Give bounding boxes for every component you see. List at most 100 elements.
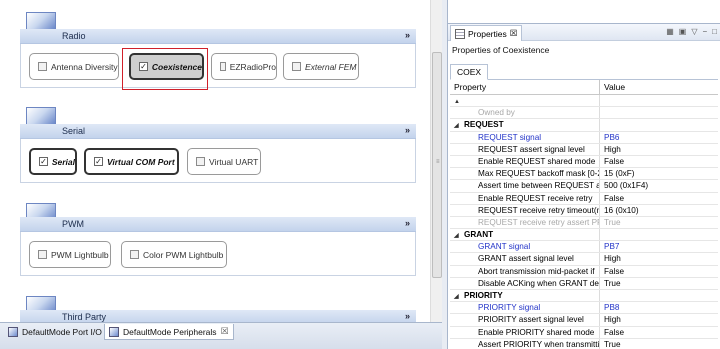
property-value[interactable]: True <box>600 278 718 289</box>
properties-tabbar: COEX <box>450 62 718 80</box>
property-row[interactable]: Abort transmission mid-packet if False <box>450 265 718 278</box>
editor-icon <box>109 326 119 337</box>
property-name: Enable REQUEST receive retry <box>450 192 600 204</box>
property-row[interactable]: PRIORITY assert signal level High <box>450 314 718 327</box>
checkbox[interactable] <box>292 62 301 71</box>
tab-coex[interactable]: COEX <box>450 64 488 80</box>
grid-rows: ▲ Owned by ◢ REQUEST REQUEST signal PB6 REQUES… <box>450 95 718 349</box>
close-icon[interactable]: ☒ <box>510 28 518 39</box>
property-row[interactable]: Enable PRIORITY shared mode False <box>450 326 718 339</box>
property-value[interactable]: 16 (0x10) <box>600 205 718 216</box>
expand-icon[interactable]: ◢ <box>454 291 464 301</box>
expand-icon[interactable]: ▲ <box>454 96 464 106</box>
property-value[interactable]: 15 (0xF) <box>600 168 718 179</box>
section-serial: Serial » ✓ Serial ✓ Virtual COM Port Vir… <box>20 107 416 189</box>
scrollbar-thumb[interactable]: ≡ <box>432 52 442 278</box>
maximize-icon[interactable]: □ <box>712 27 717 36</box>
expand-icon[interactable]: ◢ <box>454 120 464 130</box>
pin-icon[interactable]: ▦ <box>666 27 674 36</box>
property-row[interactable]: REQUEST assert signal level High <box>450 143 718 156</box>
new-view-icon[interactable]: ▣ <box>679 27 687 36</box>
property-row[interactable]: Disable ACKing when GRANT deassertedTrue <box>450 277 718 290</box>
chip-external-fem[interactable]: External FEM <box>283 53 359 80</box>
property-value[interactable]: High <box>600 314 718 325</box>
collapse-icon[interactable]: » <box>405 311 410 321</box>
property-row[interactable]: Max REQUEST backoff mask [0-255] 15 (0xF) <box>450 168 718 181</box>
tab-label: DefaultMode Peripherals <box>123 326 217 337</box>
tab-properties[interactable]: Properties ☒ <box>450 25 523 41</box>
section-title: Radio <box>62 31 86 41</box>
chip-pwm-lightbulb[interactable]: PWM Lightbulb <box>29 241 111 268</box>
property-row[interactable]: GRANT assert signal level High <box>450 253 718 266</box>
collapse-icon[interactable]: » <box>405 218 410 228</box>
category-row[interactable]: ◢ GRANT <box>450 229 718 242</box>
property-value[interactable]: PB7 <box>600 241 718 252</box>
section-title: Third Party <box>62 312 107 322</box>
property-value[interactable]: PB8 <box>600 302 718 313</box>
property-name: GRANT signal <box>450 241 600 253</box>
property-value[interactable]: False <box>600 327 718 338</box>
chip-ezradiopro[interactable]: EZRadioPro <box>211 53 277 80</box>
tab-peripherals[interactable]: DefaultMode Peripherals ☒ <box>104 324 234 340</box>
checkbox[interactable] <box>196 157 205 166</box>
property-name: Disable ACKing when GRANT deasserted <box>450 277 600 289</box>
property-value[interactable]: PB6 <box>600 132 718 143</box>
checkbox[interactable] <box>220 62 226 71</box>
view-menu-icon[interactable]: ▽ <box>691 27 697 36</box>
property-name: REQUEST receive retry timeout(ms) <box>450 204 600 216</box>
checkbox[interactable]: ✓ <box>94 157 103 166</box>
property-value[interactable]: False <box>600 266 718 277</box>
property-value[interactable]: False <box>600 156 718 167</box>
close-icon[interactable]: ☒ <box>221 326 229 337</box>
property-row[interactable]: PRIORITY signal PB8 <box>450 302 718 315</box>
checkbox[interactable] <box>130 250 139 259</box>
chip-color-pwm-lightbulb[interactable]: Color PWM Lightbulb <box>121 241 227 268</box>
property-value[interactable]: 500 (0x1F4) <box>600 180 718 191</box>
property-row[interactable]: REQUEST signal PB6 <box>450 131 718 144</box>
property-value[interactable]: High <box>600 253 718 264</box>
minimize-icon[interactable]: − <box>702 27 707 36</box>
chip-serial[interactable]: ✓ Serial <box>29 148 77 175</box>
checkbox[interactable]: ✓ <box>39 157 48 166</box>
property-value[interactable] <box>600 107 718 118</box>
grid-header: Property Value <box>450 80 718 95</box>
category-label-cell: ◢ REQUEST <box>450 119 600 131</box>
checkbox[interactable] <box>38 250 47 259</box>
property-row[interactable]: Owned by <box>450 107 718 120</box>
property-row[interactable]: REQUEST receive retry assert PRIORTrue <box>450 216 718 230</box>
expand-icon[interactable]: ◢ <box>454 230 464 240</box>
column-header-property[interactable]: Property <box>450 80 600 94</box>
category-label: REQUEST <box>464 120 504 130</box>
section-header-radio[interactable]: Radio » <box>20 29 416 44</box>
property-value[interactable]: False <box>600 193 718 204</box>
property-row[interactable]: Enable REQUEST shared mode False <box>450 155 718 169</box>
column-header-value[interactable]: Value <box>600 80 718 94</box>
property-value[interactable]: High <box>600 144 718 155</box>
chip-virtual-com-port[interactable]: ✓ Virtual COM Port <box>84 148 179 175</box>
properties-subtitle: Properties of Coexistence <box>452 45 550 55</box>
category-row[interactable]: ▲ <box>450 95 718 108</box>
property-value[interactable]: True <box>600 217 718 228</box>
editor-vertical-scrollbar[interactable]: ≡ <box>430 0 442 322</box>
peripherals-editor: Radio » Antenna Diversity ✓ Coexistence … <box>0 0 430 322</box>
category-label: GRANT <box>464 230 494 240</box>
property-row[interactable]: GRANT signal PB7 <box>450 241 718 254</box>
property-value[interactable]: True <box>600 339 718 349</box>
collapse-icon[interactable]: » <box>405 125 410 135</box>
chip-antenna-diversity[interactable]: Antenna Diversity <box>29 53 119 80</box>
section-header-serial[interactable]: Serial » <box>20 124 416 139</box>
category-label-cell: ◢ GRANT <box>450 229 600 241</box>
checkbox[interactable] <box>38 62 47 71</box>
category-row[interactable]: ◢ PRIORITY <box>450 290 718 303</box>
chip-virtual-uart[interactable]: Virtual UART <box>187 148 261 175</box>
property-row[interactable]: Assert PRIORITY when transmitting True <box>450 338 718 349</box>
property-row[interactable]: Assert time between REQUEST and 500 (0x1F… <box>450 180 718 193</box>
property-row[interactable]: Enable REQUEST receive retry False <box>450 192 718 205</box>
section-header-pwm[interactable]: PWM » <box>20 217 416 232</box>
section-header-third-party[interactable]: Third Party » <box>20 310 416 322</box>
property-name: PRIORITY assert signal level <box>450 314 600 326</box>
property-row[interactable]: REQUEST receive retry timeout(ms) 16 (0x1… <box>450 204 718 217</box>
tab-port-io[interactable]: DefaultMode Port I/O <box>4 324 106 340</box>
category-row[interactable]: ◢ REQUEST <box>450 119 718 132</box>
collapse-icon[interactable]: » <box>405 30 410 40</box>
